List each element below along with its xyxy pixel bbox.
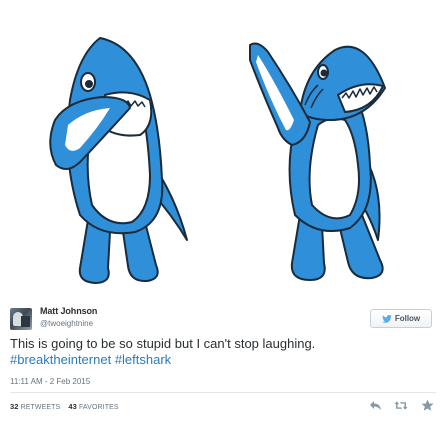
twitter-bird-icon	[382, 314, 392, 323]
retweets-count: 32	[10, 402, 19, 411]
tweet-card: Matt Johnson @twoeightnine Follow This i…	[0, 292, 446, 430]
tweet-text: This is going to be so stupid but I can'…	[10, 336, 435, 368]
tweet-timestamp[interactable]: 11:11 AM - 2 Feb 2015	[10, 377, 90, 386]
retweet-icon	[394, 400, 408, 410]
favorites-label: FAVORITES	[78, 404, 119, 411]
follow-label: Follow	[394, 314, 421, 323]
avatar[interactable]	[10, 308, 32, 330]
retweet-button[interactable]	[394, 398, 408, 412]
author-name[interactable]: Matt Johnson	[40, 306, 97, 316]
hashtag-link[interactable]: #leftshark	[115, 352, 171, 367]
divider	[10, 392, 436, 393]
tweet-stats: 32 RETWEETS 43 FAVORITES	[10, 402, 125, 411]
retweets-label: RETWEETS	[20, 404, 61, 411]
tweet-body: This is going to be so stupid but I can'…	[10, 336, 316, 351]
left-shark-illustration	[49, 37, 386, 284]
favorites-count: 43	[68, 402, 77, 411]
reply-icon	[369, 400, 381, 410]
tweet-photo[interactable]	[0, 0, 446, 292]
hashtag-link[interactable]: #breaktheinternet	[10, 352, 111, 367]
author-handle[interactable]: @twoeightnine	[40, 319, 93, 328]
follow-button[interactable]: Follow	[370, 309, 432, 328]
tweet-actions	[368, 398, 434, 412]
favorites-stat[interactable]: 43 FAVORITES	[68, 402, 119, 411]
avatar-shape	[21, 316, 30, 327]
favorite-button[interactable]	[420, 398, 434, 412]
hashtag-list: #breaktheinternet #leftshark	[10, 352, 435, 368]
left-shark	[49, 37, 188, 284]
star-icon	[421, 399, 433, 411]
reply-button[interactable]	[368, 398, 382, 412]
right-shark	[249, 42, 386, 281]
retweets-stat[interactable]: 32 RETWEETS	[10, 402, 61, 411]
